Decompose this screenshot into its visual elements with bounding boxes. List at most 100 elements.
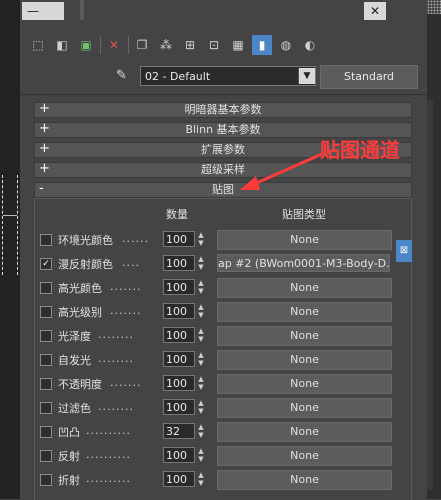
put-material-icon[interactable]: ◧ <box>52 35 72 55</box>
material-id-icon[interactable]: ⊡ <box>204 35 224 55</box>
map-amount-input[interactable]: 100 <box>163 399 195 415</box>
map-amount-input[interactable]: 100 <box>163 231 195 247</box>
map-amount-input[interactable]: 100 <box>163 447 195 463</box>
map-channel-row: 过滤色........ 100 ▲ ▼ None <box>38 397 414 419</box>
map-amount-input[interactable]: 100 <box>163 375 195 391</box>
map-channel-label: 不透明度 <box>58 378 102 391</box>
map-amount-input[interactable]: 100 <box>163 279 195 295</box>
material-editor-panel: — ✕ ⬚ ◧ ▣ ✕ ❐ ⁂ ⊞ ⊡ ▦ ▮ ◍ ◐ ✎ 02 - Defau… <box>20 0 433 500</box>
eyedropper-icon[interactable]: ✎ <box>116 68 132 84</box>
copy-material-icon[interactable]: ❐ <box>132 35 152 55</box>
map-channel-row: 高光颜色....... 100 ▲ ▼ None <box>38 277 414 299</box>
map-slot-button[interactable]: None <box>217 326 392 346</box>
scrollbar[interactable] <box>427 100 433 490</box>
map-enable-checkbox[interactable] <box>40 474 52 486</box>
map-channel-label: 环境光颜色 <box>58 234 113 247</box>
amount-spinner[interactable]: ▲ ▼ <box>197 375 205 391</box>
map-channel-label: 反射 <box>58 450 80 463</box>
toolbar-separator <box>128 36 129 54</box>
map-slot-button[interactable]: None <box>217 446 392 466</box>
leader-dots: ....... <box>110 376 142 389</box>
rollout-title: 明暗器基本参数 <box>184 103 262 116</box>
amount-spinner[interactable]: ▲ ▼ <box>197 423 205 439</box>
map-enable-checkbox[interactable] <box>40 282 52 294</box>
map-slot-button[interactable]: None <box>217 470 392 490</box>
map-enable-checkbox[interactable] <box>40 426 52 438</box>
map-amount-input[interactable]: 100 <box>163 303 195 319</box>
map-channel-row: ✓ 漫反射颜色.... 100 ▲ ▼ ap #2 (BWom0001-M3-Body-D… <box>38 253 414 275</box>
map-enable-checkbox[interactable] <box>40 402 52 414</box>
map-enable-checkbox[interactable] <box>40 234 52 246</box>
leader-dots: .......... <box>86 472 131 485</box>
amount-spinner[interactable]: ▲ ▼ <box>197 231 205 247</box>
amount-spinner[interactable]: ▲ ▼ <box>197 327 205 343</box>
leader-dots: ........ <box>98 352 134 365</box>
leader-dots: .... <box>122 256 140 269</box>
get-material-icon[interactable]: ⬚ <box>28 35 48 55</box>
map-amount-input[interactable]: 32 <box>163 423 195 439</box>
map-slot-button[interactable]: None <box>217 230 392 250</box>
show-map-icon[interactable]: ▦ <box>228 35 248 55</box>
leader-dots: .......... <box>86 448 131 461</box>
map-enable-checkbox[interactable] <box>40 450 52 462</box>
amount-spinner[interactable]: ▲ ▼ <box>197 447 205 463</box>
resize-grip[interactable] <box>427 0 441 14</box>
map-slot-button[interactable]: None <box>217 302 392 322</box>
map-enable-checkbox[interactable] <box>40 378 52 390</box>
chevron-down-icon[interactable]: ▼ <box>298 68 315 84</box>
map-amount-input[interactable]: 100 <box>163 255 195 271</box>
go-parent-icon[interactable]: ◍ <box>276 35 296 55</box>
map-amount-input[interactable]: 100 <box>163 351 195 367</box>
leader-dots: ....... <box>110 280 142 293</box>
assign-material-icon[interactable]: ▣ <box>76 35 96 55</box>
amount-spinner[interactable]: ▲ ▼ <box>197 471 205 487</box>
rollout-shader-basic[interactable]: + 明暗器基本参数 <box>34 101 412 118</box>
scene-object <box>2 175 18 275</box>
map-enable-checkbox[interactable] <box>40 306 52 318</box>
map-channel-row: 自发光........ 100 ▲ ▼ None <box>38 349 414 371</box>
map-channel-label: 漫反射颜色 <box>58 258 113 271</box>
delete-icon[interactable]: ✕ <box>104 35 124 55</box>
amount-spinner[interactable]: ▲ ▼ <box>197 351 205 367</box>
map-slot-button[interactable]: None <box>217 374 392 394</box>
map-channel-label: 过滤色 <box>58 402 91 415</box>
amount-spinner[interactable]: ▲ ▼ <box>197 303 205 319</box>
map-amount-input[interactable]: 100 <box>163 471 195 487</box>
map-type-header: 贴图类型 <box>282 208 326 221</box>
map-channel-label: 凹凸 <box>58 426 80 439</box>
lock-icon[interactable]: ⊠ <box>396 240 412 262</box>
show-end-result-icon[interactable]: ▮ <box>252 35 272 55</box>
rollout-maps[interactable]: - 贴图 <box>34 181 412 198</box>
material-name: 02 - Default <box>145 69 211 83</box>
map-channel-label: 高光级别 <box>58 306 102 319</box>
map-slot-button[interactable]: None <box>217 422 392 442</box>
amount-spinner[interactable]: ▲ ▼ <box>197 279 205 295</box>
map-slot-button[interactable]: ap #2 (BWom0001-M3-Body-D.jpg) <box>217 254 390 272</box>
annotation-label: 贴图通道 <box>320 138 400 162</box>
rollout-title: 贴图 <box>212 183 234 196</box>
rollout-supersampling[interactable]: + 超级采样 <box>34 161 412 178</box>
put-library-icon[interactable]: ⊞ <box>180 35 200 55</box>
amount-header: 数量 <box>166 208 188 221</box>
map-slot-button[interactable]: None <box>217 398 392 418</box>
material-type-button[interactable]: Standard <box>320 65 418 89</box>
map-channel-label: 高光颜色 <box>58 282 102 295</box>
map-enable-checkbox[interactable] <box>40 354 52 366</box>
make-unique-icon[interactable]: ⁂ <box>156 35 176 55</box>
map-slot-button[interactable]: None <box>217 350 392 370</box>
map-enable-checkbox[interactable] <box>40 330 52 342</box>
close-button[interactable]: ✕ <box>364 2 386 20</box>
title-divider <box>80 0 84 20</box>
go-sibling-icon[interactable]: ◐ <box>300 35 320 55</box>
amount-spinner[interactable]: ▲ ▼ <box>197 255 205 271</box>
amount-spinner[interactable]: ▲ ▼ <box>197 399 205 415</box>
map-amount-input[interactable]: 100 <box>163 327 195 343</box>
panel-grip[interactable] <box>44 2 64 20</box>
map-enable-checkbox[interactable]: ✓ <box>40 258 52 270</box>
leader-dots: ........ <box>98 400 134 413</box>
map-channel-label: 折射 <box>58 474 80 487</box>
material-name-select[interactable]: 02 - Default ▼ <box>140 66 316 86</box>
map-channel-label: 自发光 <box>58 354 91 367</box>
map-slot-button[interactable]: None <box>217 278 392 298</box>
minimize-button[interactable]: — <box>22 2 44 20</box>
